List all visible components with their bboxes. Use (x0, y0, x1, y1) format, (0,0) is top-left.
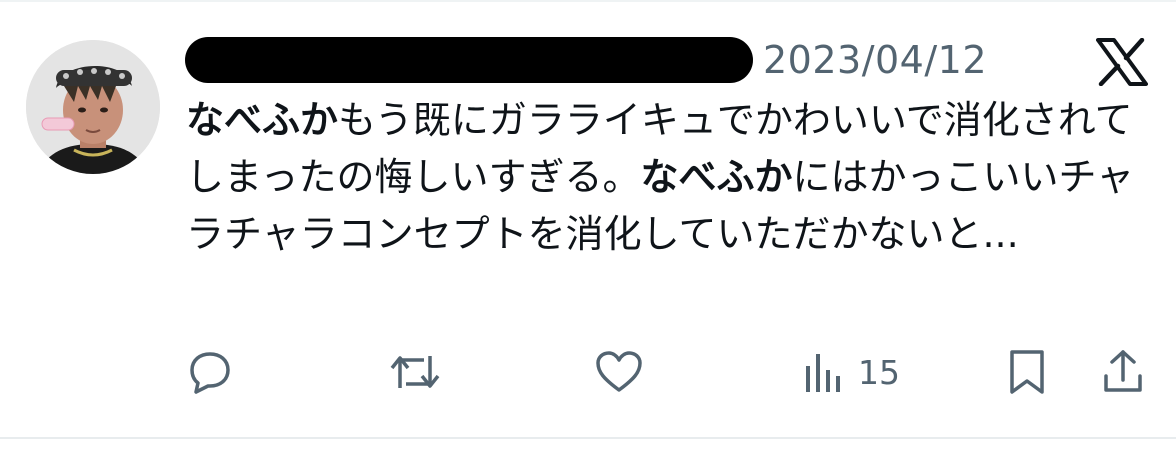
views-count: 15 (858, 352, 900, 392)
mention-name-1: なべふか (186, 98, 339, 142)
top-divider (0, 0, 1176, 2)
avatar[interactable] (26, 40, 160, 174)
bookmark-button[interactable] (1006, 342, 1048, 402)
views-button[interactable]: 15 (800, 342, 900, 402)
tweet-action-bar: 15 (0, 342, 1176, 402)
mention-name-2: なべふか (640, 155, 793, 199)
bookmark-icon (1010, 350, 1044, 394)
bottom-divider (0, 437, 1176, 439)
views-icon (806, 354, 840, 392)
reply-button[interactable] (186, 342, 234, 402)
author-name-redacted (185, 37, 753, 83)
retweet-button[interactable] (388, 342, 442, 402)
share-icon (1104, 350, 1142, 392)
tweet-text: なべふかもう既にガラライキュでかわいいで消化されてしまったの悔しいすぎる。なべふ… (186, 92, 1146, 263)
share-button[interactable] (1100, 342, 1146, 402)
reply-icon (190, 352, 230, 394)
tweet-date: 2023/04/12 (763, 38, 988, 82)
like-icon (596, 351, 642, 392)
x-logo-icon[interactable] (1096, 37, 1148, 87)
avatar-photo (26, 40, 160, 174)
retweet-icon (390, 356, 440, 388)
like-button[interactable] (594, 342, 644, 402)
